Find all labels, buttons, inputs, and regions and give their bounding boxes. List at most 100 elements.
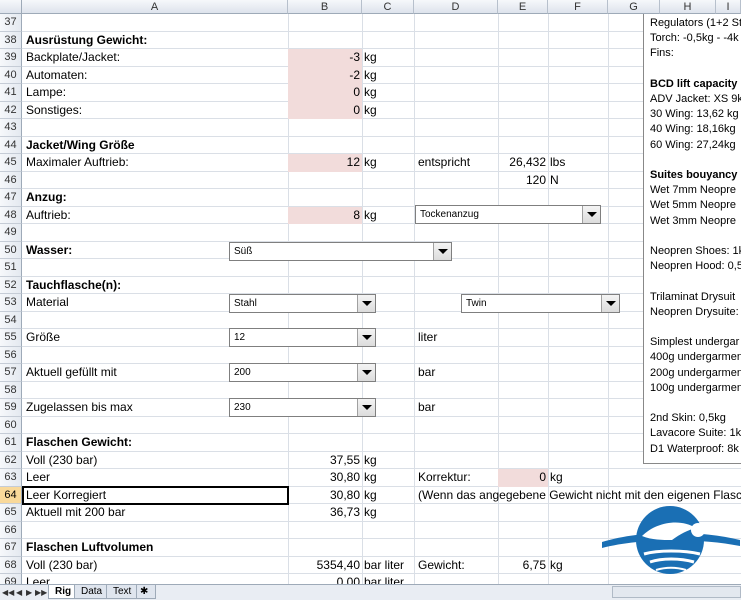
value-lbs[interactable]: 26,432 <box>498 154 548 172</box>
row-header[interactable]: 67 <box>0 539 22 557</box>
label-gefuellt[interactable]: Aktuell gefüllt mit <box>24 364 119 382</box>
gefuellt-dropdown[interactable]: 200 <box>229 363 376 382</box>
column-header-e[interactable]: E <box>498 0 548 14</box>
tab-text[interactable]: Text <box>106 585 139 599</box>
new-sheet-icon[interactable]: ✱ <box>136 585 156 599</box>
chevron-down-icon[interactable] <box>582 206 600 223</box>
row-header[interactable]: 53 <box>0 294 22 312</box>
last-sheet-icon[interactable]: ▶▶ <box>35 586 47 600</box>
zugelassen-dropdown[interactable]: 230 <box>229 398 376 417</box>
column-header-c[interactable]: C <box>362 0 414 14</box>
column-header-a[interactable]: A <box>22 0 288 14</box>
label-max-auftrieb[interactable]: Maximaler Auftrieb: <box>24 154 131 172</box>
row-header[interactable]: 38 <box>0 31 22 49</box>
label-sonstiges[interactable]: Sonstiges: <box>24 102 84 120</box>
value-sonstiges[interactable]: 0 <box>288 102 362 120</box>
first-sheet-icon[interactable]: ◀◀ <box>2 586 14 600</box>
column-header-d[interactable]: D <box>414 0 498 14</box>
next-sheet-icon[interactable]: ▶ <box>26 586 32 600</box>
row-header[interactable]: 55 <box>0 329 22 347</box>
material-dropdown[interactable]: Stahl <box>229 294 376 313</box>
value-automaten[interactable]: -2 <box>288 67 362 85</box>
value-backplate[interactable]: -3 <box>288 49 362 67</box>
row-header[interactable]: 59 <box>0 399 22 417</box>
column-header-g[interactable]: G <box>608 0 660 14</box>
row-header[interactable]: 44 <box>0 136 22 154</box>
column-header-b[interactable]: B <box>288 0 362 14</box>
column-header-i[interactable]: I <box>716 0 741 14</box>
row-header[interactable]: 40 <box>0 66 22 84</box>
value-luft-leer[interactable]: 0,00 <box>288 574 362 584</box>
label-groesse[interactable]: Größe <box>24 329 62 347</box>
row-header[interactable]: 65 <box>0 504 22 522</box>
label-aktuell-200[interactable]: Aktuell mit 200 bar <box>24 504 127 522</box>
tab-data[interactable]: Data <box>74 585 110 599</box>
value-leer-korregiert[interactable]: 30,80 <box>288 487 362 505</box>
label-automaten[interactable]: Automaten: <box>24 67 89 85</box>
row-header[interactable]: 42 <box>0 101 22 119</box>
row-header[interactable]: 48 <box>0 206 22 224</box>
row-header[interactable]: 63 <box>0 469 22 487</box>
value-max-auftrieb[interactable]: 12 <box>288 154 362 172</box>
twin-dropdown[interactable]: Twin <box>461 294 620 313</box>
row-header[interactable]: 45 <box>0 154 22 172</box>
row-header[interactable]: 68 <box>0 556 22 574</box>
chevron-down-icon[interactable] <box>433 243 451 260</box>
chevron-down-icon[interactable] <box>357 364 375 381</box>
row-header[interactable]: 46 <box>0 171 22 189</box>
row-header[interactable]: 52 <box>0 276 22 294</box>
row-header[interactable]: 37 <box>0 14 22 32</box>
row-header[interactable]: 57 <box>0 364 22 382</box>
row-header[interactable]: 66 <box>0 521 22 539</box>
groesse-dropdown[interactable]: 12 <box>229 328 376 347</box>
label-luft-leer[interactable]: Leer <box>24 574 52 584</box>
label-zugelassen[interactable]: Zugelassen bis max <box>24 399 135 417</box>
row-header[interactable]: 60 <box>0 416 22 434</box>
label-leer[interactable]: Leer <box>24 469 52 487</box>
selected-cell-a64[interactable] <box>22 485 289 505</box>
label-backplate[interactable]: Backplate/Jacket: <box>24 49 122 67</box>
unit-liter: liter <box>418 330 438 344</box>
row-header[interactable]: 61 <box>0 434 22 452</box>
value-anzug-auftrieb[interactable]: 8 <box>288 207 362 225</box>
prev-sheet-icon[interactable]: ◀ <box>16 586 22 600</box>
column-header-h[interactable]: H <box>660 0 716 14</box>
textbox-line: 100g undergarmen <box>650 381 741 394</box>
row-header[interactable]: 47 <box>0 189 22 207</box>
value-aktuell-200[interactable]: 36,73 <box>288 504 362 522</box>
row-header[interactable]: 51 <box>0 259 22 277</box>
wasser-dropdown[interactable]: Süß <box>229 242 452 261</box>
row-header[interactable]: 64 <box>0 486 22 504</box>
value-luft-voll[interactable]: 5354,40 <box>288 557 362 575</box>
row-header[interactable]: 62 <box>0 451 22 469</box>
row-header[interactable]: 43 <box>0 119 22 137</box>
row-header[interactable]: 50 <box>0 241 22 259</box>
value-newton[interactable]: 120 <box>498 172 548 190</box>
label-voll[interactable]: Voll (230 bar) <box>24 452 99 470</box>
select-all-corner[interactable] <box>0 0 22 14</box>
label-anzug-auftrieb[interactable]: Auftrieb: <box>24 207 73 225</box>
value-gewicht[interactable]: 6,75 <box>498 557 548 575</box>
info-textbox[interactable]: Regulators (1+2 St Torch: -0,5kg - -4k F… <box>643 14 741 464</box>
chevron-down-icon[interactable] <box>601 295 619 312</box>
unit-lampe: kg <box>364 85 377 99</box>
row-header[interactable]: 41 <box>0 84 22 102</box>
row-header[interactable]: 54 <box>0 311 22 329</box>
horizontal-scrollbar[interactable] <box>612 586 741 598</box>
column-header-f[interactable]: F <box>548 0 608 14</box>
label-luft-voll[interactable]: Voll (230 bar) <box>24 557 99 575</box>
row-header[interactable]: 39 <box>0 49 22 67</box>
value-lampe[interactable]: 0 <box>288 84 362 102</box>
row-header[interactable]: 49 <box>0 224 22 242</box>
label-lampe[interactable]: Lampe: <box>24 84 68 102</box>
value-leer[interactable]: 30,80 <box>288 469 362 487</box>
label-material[interactable]: Material <box>24 294 71 312</box>
value-voll[interactable]: 37,55 <box>288 452 362 470</box>
row-header[interactable]: 58 <box>0 381 22 399</box>
chevron-down-icon[interactable] <box>357 399 375 416</box>
value-korrektur[interactable]: 0 <box>498 469 548 487</box>
chevron-down-icon[interactable] <box>357 295 375 312</box>
anzug-dropdown[interactable]: Tockenanzug <box>415 205 601 224</box>
chevron-down-icon[interactable] <box>357 329 375 346</box>
row-header[interactable]: 56 <box>0 346 22 364</box>
